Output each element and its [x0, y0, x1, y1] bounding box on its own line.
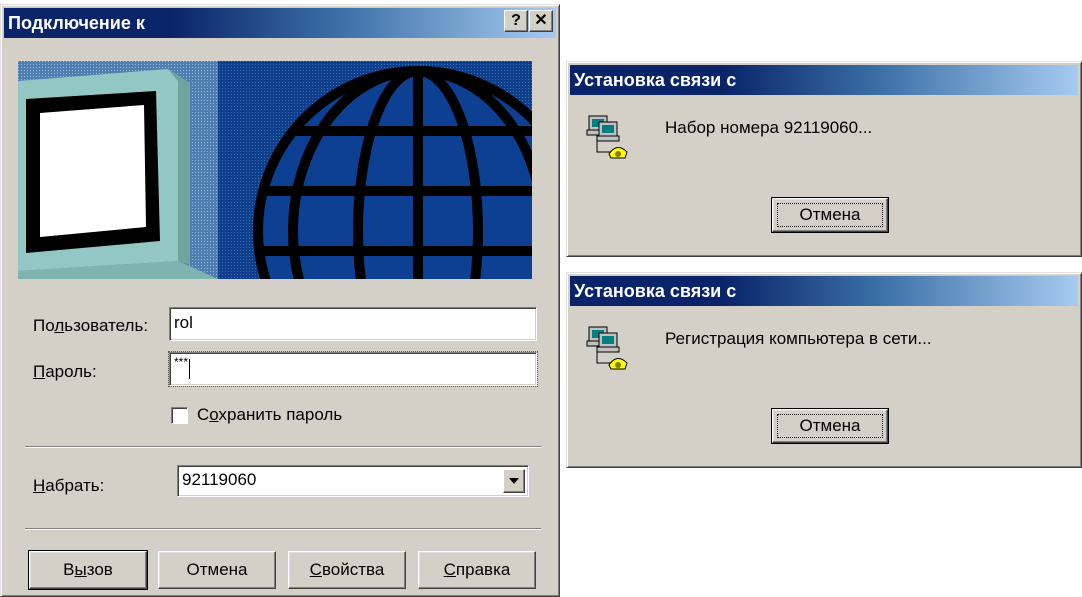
connect-dialog-titlebar[interactable]: Подключение к: [4, 8, 556, 38]
cancel-button-label: Отмена: [186, 560, 248, 579]
connection-banner: [18, 61, 532, 279]
connect-dialog-title: Подключение к: [8, 13, 145, 33]
help-icon[interactable]: ?: [504, 10, 528, 32]
registering-status-text: Регистрация компьютера в сети...: [665, 329, 932, 348]
dialing-dialog: Установка связи с Набор номера 92119060.…: [566, 61, 1082, 257]
registering-dialog-titlebar[interactable]: Установка связи с: [570, 276, 1078, 306]
dialing-status-text: Набор номера 92119060...: [665, 118, 873, 137]
monitor-icon: [18, 69, 218, 279]
registering-cancel-button[interactable]: Отмена: [771, 408, 889, 444]
text-caret: [189, 358, 191, 379]
separator-top: [25, 446, 541, 448]
computer-phone-icon: [585, 323, 637, 375]
banner-graphic: [18, 61, 532, 279]
close-icon[interactable]: ✕: [529, 10, 553, 32]
registering-cancel-label: Отмена: [799, 416, 861, 435]
registering-dialog: Установка связи с Регистрация компьютера…: [566, 272, 1082, 468]
dial-number-value: 92119060: [182, 470, 257, 489]
properties-button-label: Свойства: [309, 560, 385, 579]
call-button[interactable]: Вызов: [28, 550, 148, 590]
computer-phone-icon: [585, 112, 637, 164]
dialing-cancel-label: Отмена: [799, 205, 861, 224]
username-value: rol: [174, 313, 193, 332]
separator-bottom: [25, 528, 541, 530]
username-field[interactable]: rol: [169, 307, 537, 341]
dial-label: Набрать:: [33, 476, 105, 495]
connect-dialog: Подключение к ? ✕ Пользователь: rol Паро…: [0, 4, 560, 597]
dial-number-combobox[interactable]: 92119060: [177, 465, 529, 497]
dialing-dialog-title: Установка связи с: [574, 70, 737, 90]
registering-dialog-title: Установка связи с: [574, 281, 737, 301]
password-label: Пароль:: [33, 362, 97, 381]
password-field[interactable]: ***: [168, 351, 538, 387]
username-label: Пользователь:: [33, 316, 149, 335]
help-button-label: Справка: [443, 560, 511, 579]
properties-button[interactable]: Свойства: [288, 551, 406, 589]
dropdown-arrow-icon[interactable]: [503, 469, 525, 493]
cancel-button[interactable]: Отмена: [158, 551, 276, 589]
save-password-checkbox[interactable]: [171, 407, 188, 424]
help-button[interactable]: Справка: [418, 551, 536, 589]
dialing-cancel-button[interactable]: Отмена: [771, 197, 889, 233]
dialing-dialog-titlebar[interactable]: Установка связи с: [570, 65, 1078, 95]
save-password-label[interactable]: Сохранить пароль: [197, 405, 342, 425]
password-value: ***: [174, 355, 189, 369]
call-button-label: Вызов: [63, 560, 113, 579]
